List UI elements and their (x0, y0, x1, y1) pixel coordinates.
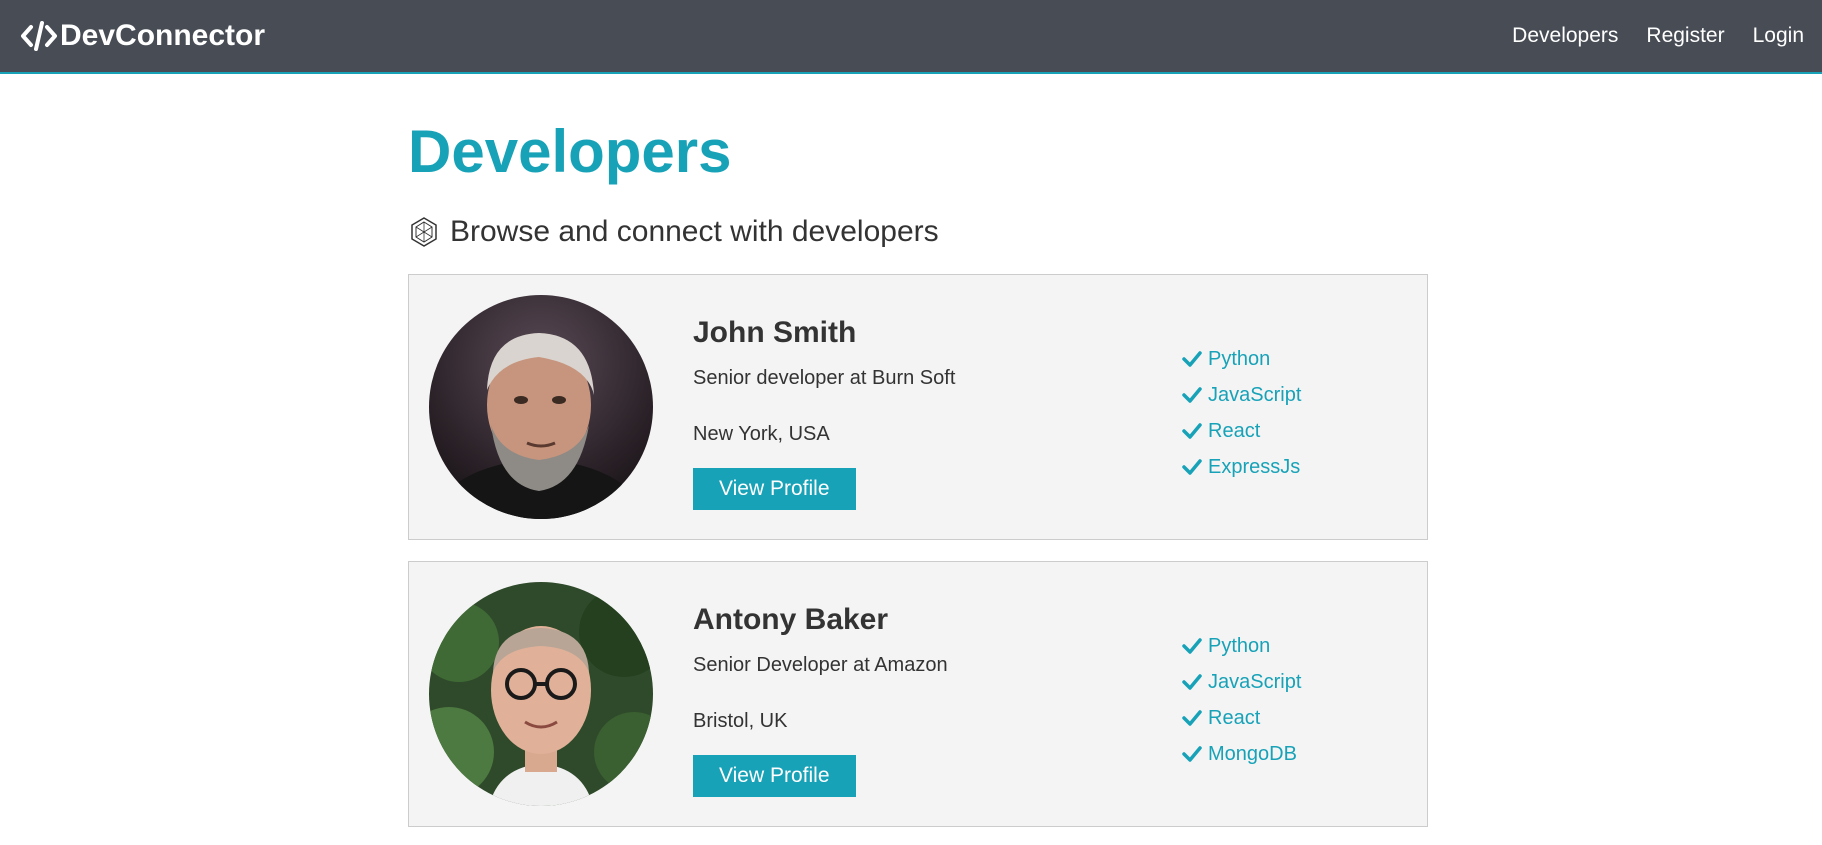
view-profile-button[interactable]: View Profile (693, 468, 856, 510)
check-icon (1182, 350, 1202, 368)
profile-card: Antony Baker Senior Developer at Amazon … (408, 561, 1428, 827)
skill-item: React (1182, 413, 1301, 449)
skill-label: MongoDB (1208, 742, 1297, 765)
main-container: Developers Browse and connect with devel… (408, 74, 1428, 827)
skill-item: Python (1182, 341, 1301, 377)
skill-item: JavaScript (1182, 377, 1301, 413)
nav-links: Developers Register Login (1512, 24, 1804, 48)
skill-label: React (1208, 706, 1261, 729)
skill-label: Python (1208, 347, 1271, 370)
check-icon (1182, 745, 1202, 763)
navbar: DevConnector Developers Register Login (0, 0, 1822, 74)
profile-info: John Smith Senior developer at Burn Soft… (693, 315, 1133, 510)
profile-status: Senior Developer at Amazon (693, 654, 948, 676)
skill-label: ExpressJs (1208, 455, 1301, 478)
skill-label: Python (1208, 634, 1271, 657)
nav-link-register[interactable]: Register (1646, 24, 1724, 48)
profile-name: John Smith (693, 316, 857, 349)
nav-link-developers[interactable]: Developers (1512, 24, 1618, 48)
check-icon (1182, 637, 1202, 655)
skills-list: Python JavaScript React ExpressJs (1182, 341, 1301, 485)
lead-text: Browse and connect with developers (450, 215, 939, 248)
profile-status: Senior developer at Burn Soft (693, 367, 956, 389)
avatar (429, 295, 653, 519)
skill-item: JavaScript (1182, 664, 1301, 700)
brand-link[interactable]: DevConnector (20, 19, 265, 53)
skill-label: React (1208, 419, 1261, 442)
profile-name: Antony Baker (693, 603, 889, 636)
brand-name: DevConnector (60, 19, 266, 52)
skill-label: JavaScript (1208, 670, 1302, 693)
avatar (429, 582, 653, 806)
view-profile-button[interactable]: View Profile (693, 755, 856, 797)
profile-location: New York, USA (693, 423, 830, 445)
page-title: Developers (408, 118, 732, 185)
skill-item: MongoDB (1182, 736, 1301, 772)
profile-info: Antony Baker Senior Developer at Amazon … (693, 602, 1133, 797)
skill-item: Python (1182, 628, 1301, 664)
profile-location: Bristol, UK (693, 710, 788, 732)
nav-link-login[interactable]: Login (1753, 24, 1804, 48)
check-icon (1182, 386, 1202, 404)
profile-card: John Smith Senior developer at Burn Soft… (408, 274, 1428, 540)
skill-label: JavaScript (1208, 383, 1302, 406)
check-icon (1182, 709, 1202, 727)
skill-item: React (1182, 700, 1301, 736)
check-icon (1182, 422, 1202, 440)
check-icon (1182, 458, 1202, 476)
check-icon (1182, 673, 1202, 691)
hub-icon (408, 216, 440, 248)
page-lead: Browse and connect with developers (408, 215, 1428, 249)
code-icon (20, 19, 58, 53)
skills-list: Python JavaScript React MongoDB (1182, 628, 1301, 772)
skill-item: ExpressJs (1182, 449, 1301, 485)
